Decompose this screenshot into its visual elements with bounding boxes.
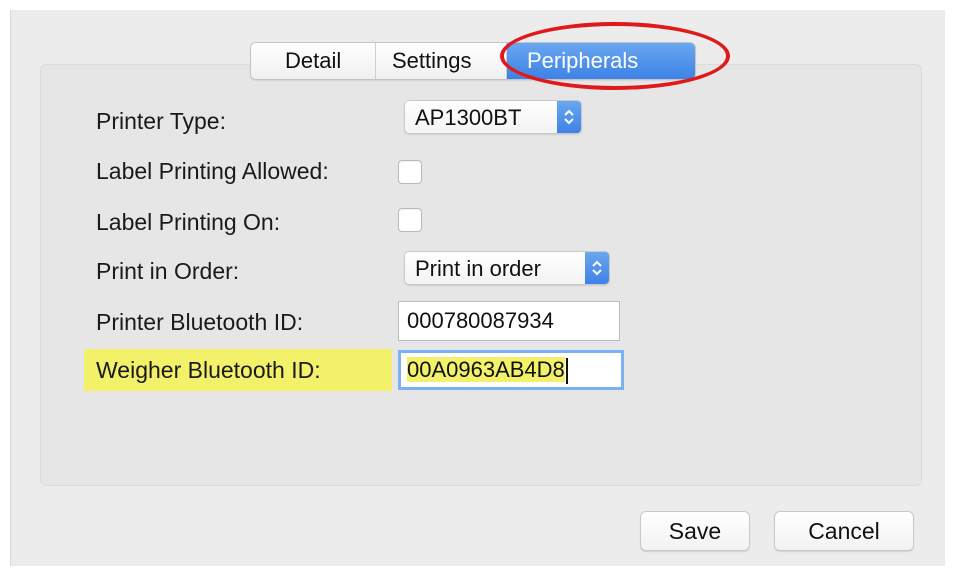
save-button[interactable]: Save [640,511,750,551]
weigher-bluetooth-id-label: Weigher Bluetooth ID: [96,357,321,383]
weigher-bluetooth-id-field[interactable]: 00A0963AB4D8 [398,350,624,390]
printer-type-select[interactable]: AP1300BT [404,100,582,134]
print-in-order-value: Print in order [415,256,541,281]
tab-detail[interactable]: Detail [251,43,376,79]
label-printing-on-label: Label Printing On: [96,209,281,235]
up-down-chevron-icon [585,252,609,284]
printer-bluetooth-id-field[interactable]: 000780087934 [398,301,620,341]
tab-peripherals[interactable]: Peripherals [507,43,695,79]
label-printing-allowed-checkbox[interactable] [398,160,422,184]
print-in-order-label: Print in Order: [96,258,240,284]
printer-type-value: AP1300BT [415,105,522,130]
text-caret [565,358,568,385]
weigher-bluetooth-id-value: 00A0963AB4D8 [407,357,565,382]
cancel-button[interactable]: Cancel [774,511,914,551]
up-down-chevron-icon [557,101,581,133]
tab-bar: Detail Settings Peripherals [250,42,696,80]
printer-bluetooth-id-label: Printer Bluetooth ID: [96,309,304,335]
label-printing-on-checkbox[interactable] [398,208,422,232]
tab-settings[interactable]: Settings [376,43,507,79]
printer-bluetooth-id-value: 000780087934 [407,308,554,333]
printer-type-label: Printer Type: [96,108,226,134]
print-in-order-select[interactable]: Print in order [404,251,610,285]
label-printing-allowed-label: Label Printing Allowed: [96,158,329,184]
